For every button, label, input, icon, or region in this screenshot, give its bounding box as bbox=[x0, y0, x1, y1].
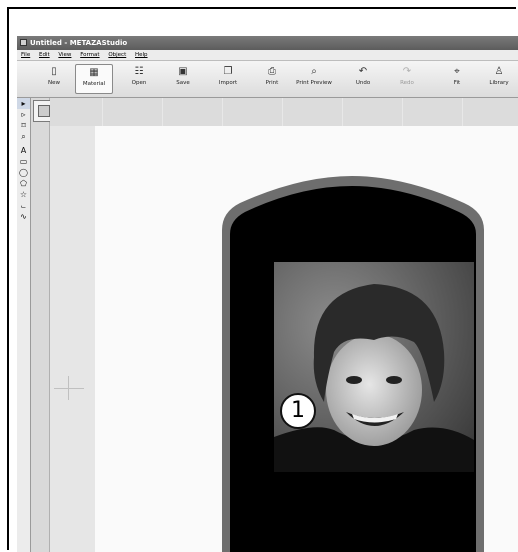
callout-number: 1 bbox=[280, 393, 316, 429]
right-eye bbox=[386, 376, 402, 384]
face bbox=[326, 334, 422, 446]
child-portrait-image[interactable] bbox=[274, 262, 474, 472]
left-eye bbox=[346, 376, 362, 384]
